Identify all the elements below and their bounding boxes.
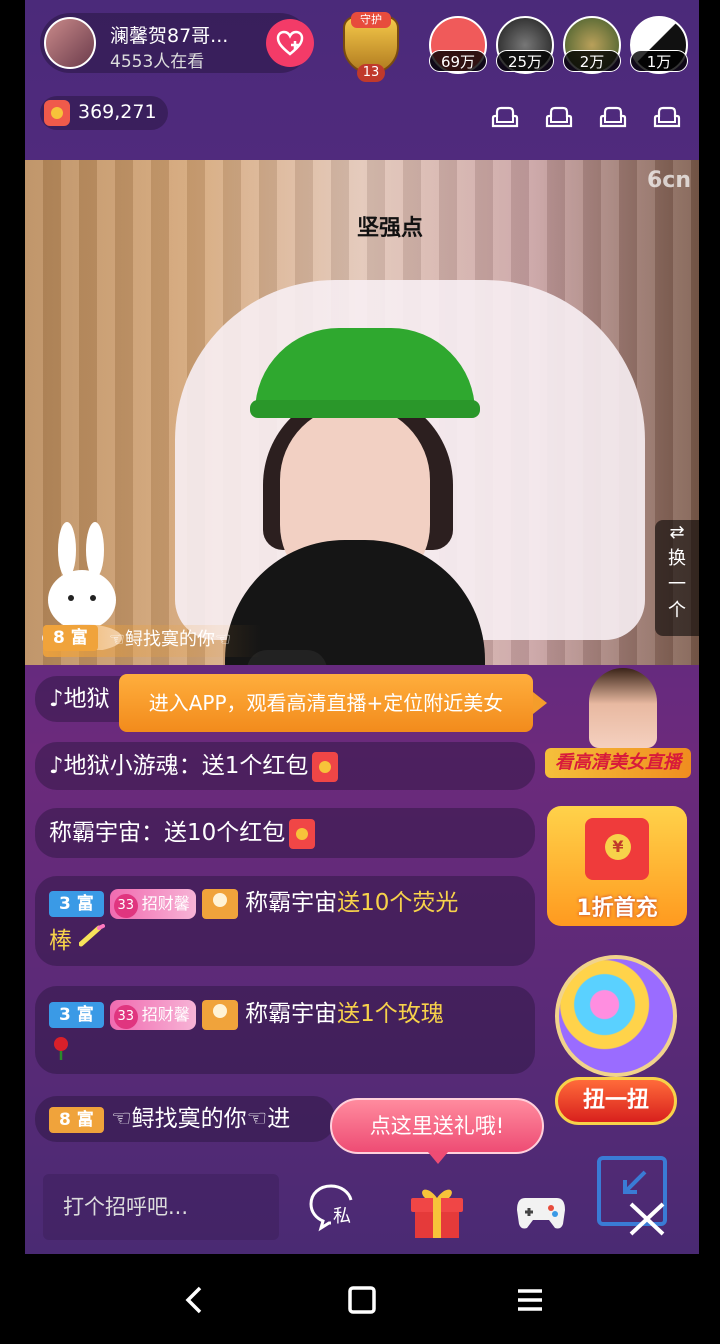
chat-message: 3 富 33 招财馨 称霸宇宙送10个荧光 棒 — [35, 876, 535, 966]
hd-live-promo[interactable]: 看高清美女直播 — [545, 668, 691, 780]
gift-tooltip: 点这里送礼哦! — [330, 1098, 544, 1164]
rank-user-count: 2万 — [563, 50, 621, 72]
private-label: 私 — [333, 1206, 351, 1227]
game-button[interactable] — [515, 1190, 567, 1234]
menu-icon[interactable] — [512, 1282, 548, 1318]
gift-text: 送1个玫瑰 — [337, 1001, 444, 1027]
chat-text: ：送1个红包 — [178, 753, 309, 779]
minimize-icon — [597, 1156, 667, 1236]
gift-text: 送10个荧光 — [337, 890, 459, 916]
bottom-bar: 打个招呼吧... 私 — [25, 1156, 699, 1254]
switch-char: 一 — [668, 574, 686, 595]
follow-button[interactable] — [266, 19, 314, 67]
user-entry-message: 8 富 ☜鲟找寞的你☜ — [43, 625, 262, 657]
gift-box-icon — [411, 1189, 463, 1238]
chat-message: 8 富 ☜鲟找寞的你☜进 — [35, 1096, 335, 1142]
yuan-symbol: ¥ — [605, 834, 631, 860]
anchor-name: 澜馨贺87哥... — [110, 25, 229, 47]
switch-char: 个 — [668, 600, 686, 621]
glow-stick-icon — [72, 924, 106, 954]
promo-girl-image — [589, 668, 657, 748]
switch-stream-button[interactable]: ⇄ 换 一 个 — [655, 520, 699, 636]
minimize-close-button[interactable] — [595, 1154, 675, 1240]
gacha-promo[interactable]: 扭一扭 — [549, 955, 683, 1135]
rich-level-badge: 8 富 — [49, 1106, 104, 1133]
chat-username[interactable]: 称霸宇宙 — [245, 1001, 337, 1027]
promo-live-label: 看高清美女直播 — [545, 748, 691, 778]
rich-level-badge: 8 富 — [43, 625, 98, 651]
viewer-count: 4553人在看 — [110, 52, 205, 72]
seat-icons — [491, 104, 681, 134]
live-video[interactable]: 坚强点 6cn — [25, 160, 699, 665]
rich-level-badge: 3 富 — [49, 890, 104, 917]
rank-user-count: 1万 — [630, 50, 688, 72]
fan-title: 招财馨 — [141, 1004, 190, 1024]
sofa-icon[interactable] — [491, 104, 519, 132]
rich-level-badge: 3 富 — [49, 1001, 104, 1028]
coin-balance[interactable]: 369,271 — [40, 96, 168, 130]
chat-text: ：送10个红包 — [141, 820, 286, 846]
heart-plus-icon — [276, 30, 304, 56]
sofa-icon[interactable] — [545, 104, 573, 132]
chat-username[interactable]: 称霸宇宙 — [49, 820, 141, 846]
red-packet-icon — [289, 818, 316, 849]
gamepad-icon — [517, 1198, 565, 1229]
top-bar: 澜馨贺87哥... 4553人在看 守护 13 69万 25万 2万 1万 — [25, 0, 699, 88]
recharge-label: 1折首充 — [576, 896, 658, 921]
gift-button[interactable] — [405, 1176, 469, 1240]
chat-message: ♪地狱小游魂：送1个红包 — [35, 742, 535, 790]
rank-user-count: 25万 — [496, 50, 554, 72]
guard-level: 13 — [357, 64, 385, 82]
anchor-avatar[interactable] — [44, 17, 96, 69]
sofa-icon[interactable] — [653, 104, 681, 132]
first-recharge-promo[interactable]: ¥ 1折首充 — [547, 806, 687, 926]
private-message-button[interactable]: 私 — [307, 1182, 359, 1232]
switch-char: 换 — [668, 548, 686, 569]
chat-message: 3 富 33 招财馨 称霸宇宙送1个玫瑰 — [35, 986, 535, 1074]
coin-icon — [44, 100, 70, 126]
chat-username[interactable]: ♪地狱小游魂 — [49, 753, 179, 779]
chat-username[interactable]: 称霸宇宙 — [245, 890, 337, 916]
fan-level-number: 33 — [113, 893, 138, 918]
anchor-card[interactable]: 澜馨贺87哥... 4553人在看 — [40, 13, 314, 73]
entry-username[interactable]: ☜鲟找寞的你☜ — [109, 629, 231, 650]
gacha-button[interactable]: 扭一扭 — [555, 1077, 677, 1125]
gacha-machine-icon — [555, 955, 677, 1077]
system-nav-bar — [0, 1254, 720, 1344]
live-room: 澜馨贺87哥... 4553人在看 守护 13 69万 25万 2万 1万 36… — [25, 0, 699, 1254]
sofa-icon[interactable] — [599, 104, 627, 132]
gift-text: 棒 — [49, 928, 72, 954]
chat-message: 称霸宇宙：送10个红包 — [35, 808, 535, 858]
open-app-banner[interactable]: 进入APP，观看高清直播+定位附近美女 — [119, 674, 547, 732]
chat-username[interactable]: ☜鲟找寞的你☜进 — [111, 1106, 290, 1132]
coin-value: 369,271 — [78, 101, 157, 123]
fan-level-badge: 33 招财馨 — [109, 999, 196, 1030]
fan-level-number: 33 — [113, 1004, 138, 1029]
helmet-text: 坚强点 — [357, 216, 424, 241]
user-icon — [201, 888, 238, 919]
home-icon[interactable] — [344, 1282, 380, 1318]
chat-input[interactable]: 打个招呼吧... — [43, 1174, 279, 1240]
chat-username[interactable]: ♪地狱 — [49, 686, 110, 712]
red-packet-icon — [312, 751, 339, 782]
rank-user-count: 69万 — [429, 50, 487, 72]
helmet-brim — [250, 400, 480, 418]
fan-title: 招财馨 — [141, 893, 190, 913]
swap-icon: ⇄ — [669, 522, 685, 543]
brand-watermark: 6cn — [646, 168, 691, 193]
fan-level-badge: 33 招财馨 — [109, 888, 196, 919]
red-envelope-icon: ¥ — [585, 818, 649, 880]
guard-badge[interactable]: 守护 13 — [337, 10, 405, 82]
back-icon[interactable] — [176, 1282, 212, 1318]
rose-icon — [49, 1037, 73, 1067]
guard-label: 守护 — [351, 12, 391, 28]
user-icon — [201, 999, 238, 1030]
